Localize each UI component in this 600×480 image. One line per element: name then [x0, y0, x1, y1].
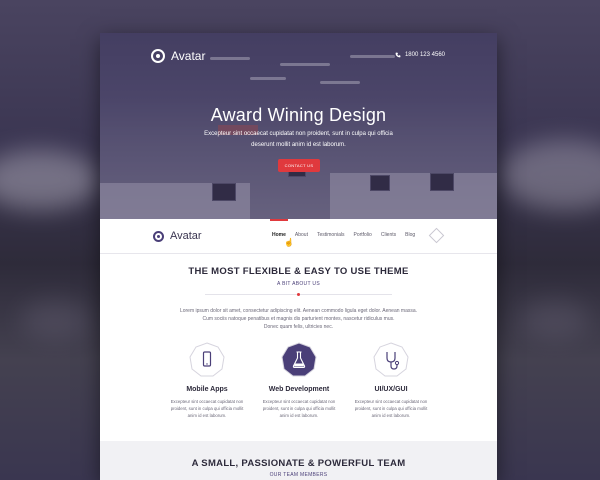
- background-blur-shape: [20, 300, 90, 340]
- about-description-line: Donec quam felis, ultricies nec.: [263, 324, 334, 330]
- phone-number: 1800 123 4560: [404, 52, 445, 58]
- feature-description-line: Excepteur sint occaecat cupidatat non: [354, 399, 428, 404]
- feature-description: Excepteur sint occaecat cupidatat non pr…: [249, 398, 349, 419]
- about-subtitle: A BIT ABOUT US: [277, 281, 320, 287]
- nav-brand-name: Avatar: [170, 230, 202, 242]
- team-subtitle: OUR TEAM MEMBERS: [269, 472, 328, 478]
- feature-description-line: Excepteur sint occaecat cupidatat non: [170, 399, 244, 404]
- feature-title: UI/UX/GUI: [374, 386, 408, 393]
- website-mockup: Avatar 1800 123 4560 Award Wining Design…: [100, 33, 497, 480]
- hero-logo[interactable]: Avatar: [151, 49, 205, 63]
- feature-description-line: anim id est laborum.: [187, 413, 227, 418]
- main-navbar: Avatar Home About Testimonials Portfolio…: [100, 219, 497, 254]
- hero-section: Avatar 1800 123 4560 Award Wining Design…: [100, 33, 497, 219]
- background-blur-shape: [520, 300, 590, 340]
- feature-ui-ux-gui: UI/UX/GUI Excepteur sint occaecat cupida…: [341, 342, 441, 419]
- hero-description-line: deserunt mollit anim id est laborum.: [251, 142, 346, 148]
- feature-title: Mobile Apps: [186, 386, 228, 393]
- feature-icon-badge: [281, 342, 317, 378]
- divider-dot: [297, 293, 300, 296]
- feature-icon-badge: [189, 342, 225, 378]
- hero-brand-name: Avatar: [171, 49, 206, 63]
- hero-phone[interactable]: 1800 123 4560: [395, 52, 445, 58]
- feature-description: Excepteur sint occaecat cupidatat non pr…: [341, 398, 441, 419]
- nav-item-testimonials[interactable]: Testimonials: [317, 232, 345, 238]
- about-description-line: Cum sociis natoque penatibus et magnis d…: [202, 316, 395, 322]
- about-title: THE MOST FLEXIBLE & EASY TO USE THEME: [188, 266, 409, 277]
- feature-description-line: Excepteur sint occaecat cupidatat non: [262, 399, 336, 404]
- about-description: Lorem ipsum dolor sit amet, consectetur …: [178, 307, 419, 331]
- feature-description-line: anim id est laborum.: [279, 413, 319, 418]
- feature-description-line: proident, sunt in culpa qui officia moll…: [354, 406, 428, 411]
- mobile-phone-icon: [189, 342, 225, 377]
- logo-icon: [151, 49, 165, 63]
- logo-icon: [153, 230, 164, 242]
- nav-item-clients[interactable]: Clients: [381, 232, 396, 238]
- feature-title: Web Development: [268, 386, 330, 393]
- feature-description-line: proident, sunt in culpa qui officia moll…: [170, 406, 244, 411]
- mail-icon[interactable]: [428, 227, 445, 244]
- nav-item-blog[interactable]: Blog: [405, 232, 415, 238]
- feature-description-line: proident, sunt in culpa qui officia moll…: [262, 406, 336, 411]
- feature-web-development: Web Development Excepteur sint occaecat …: [249, 342, 349, 419]
- hand-cursor-icon: ☝: [284, 238, 294, 247]
- background-blur-shape: [500, 140, 600, 210]
- feature-mobile-apps: Mobile Apps Excepteur sint occaecat cupi…: [157, 342, 257, 419]
- background-blur-shape: [0, 150, 100, 210]
- feature-description: Excepteur sint occaecat cupidatat non pr…: [157, 398, 257, 419]
- hero-title: Award Wining Design: [210, 105, 387, 125]
- contact-us-button[interactable]: CONTACT US: [278, 159, 320, 172]
- nav-item-about[interactable]: About: [295, 232, 308, 238]
- nav-logo[interactable]: Avatar: [153, 230, 202, 242]
- active-nav-indicator: [270, 219, 288, 221]
- hero-description: Excepteur sint occaecat cupidatat non pr…: [190, 129, 407, 151]
- feature-description-line: anim id est laborum.: [371, 413, 411, 418]
- feature-icon-badge: [373, 342, 409, 378]
- hero-description-line: Excepteur sint occaecat cupidatat non pr…: [204, 131, 393, 137]
- team-title: A SMALL, PASSIONATE & POWERFUL TEAM: [191, 458, 406, 469]
- nav-item-portfolio[interactable]: Portfolio: [354, 232, 372, 238]
- about-description-line: Lorem ipsum dolor sit amet, consectetur …: [179, 308, 418, 314]
- phone-icon: [395, 52, 401, 58]
- stethoscope-icon: [373, 342, 409, 377]
- team-section: A SMALL, PASSIONATE & POWERFUL TEAM OUR …: [100, 441, 497, 480]
- flask-icon: [281, 342, 317, 377]
